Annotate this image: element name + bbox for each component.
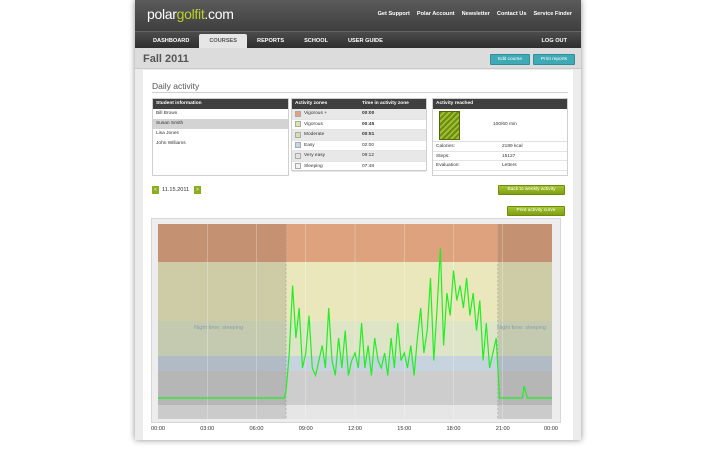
link-get-support[interactable]: Get Support: [378, 11, 410, 17]
link-contact-us[interactable]: Contact Us: [497, 11, 527, 17]
back-to-weekly-button[interactable]: Back to weekly activity: [498, 185, 565, 195]
activity-leaf-icon: [439, 111, 460, 140]
top-links: Get Support Polar Account Newsletter Con…: [378, 11, 572, 17]
title-band: Fall 2011 Edit course Print reports: [135, 48, 581, 69]
x-tick-label: 21:00: [496, 426, 510, 432]
section-title: Daily activity: [152, 81, 200, 91]
stat-row-calories: Calories: 2189 kcal: [433, 142, 567, 152]
site-logo[interactable]: polargolfit.com: [147, 6, 234, 22]
zone-swatch: [295, 131, 301, 138]
top-header: polargolfit.com Get Support Polar Accoun…: [135, 0, 581, 31]
prev-day-button[interactable]: <: [152, 186, 159, 194]
zone-swatch: [295, 152, 301, 159]
date-label: 11.15.2011: [162, 187, 190, 193]
edit-course-button[interactable]: Edit course: [490, 54, 530, 65]
zone-row: Moderate 00:51: [292, 130, 426, 141]
page-title: Fall 2011: [143, 53, 189, 65]
zone-row: Very easy 09:12: [292, 151, 426, 162]
student-row[interactable]: Bill Brown: [153, 109, 288, 119]
tab-courses[interactable]: COURSES: [199, 34, 248, 48]
zone-swatch: [295, 163, 301, 170]
zones-col-header: Activity zones: [295, 101, 328, 106]
time-col-header: Time in activity zone: [362, 101, 409, 106]
zone-row: Vigorous 00:45: [292, 120, 426, 130]
x-tick-label: 15:00: [397, 426, 411, 432]
tab-school[interactable]: SCHOOL: [294, 34, 338, 48]
x-tick-label: 09:00: [299, 426, 313, 432]
print-reports-button[interactable]: Print reports: [533, 54, 575, 65]
night-label: Night time: sleeping: [194, 325, 243, 331]
student-list-header: Student information: [153, 99, 288, 109]
zone-swatch: [295, 142, 301, 149]
zone-row: Sleeping 07:48: [292, 162, 426, 172]
x-tick-label: 03:00: [200, 426, 214, 432]
main-nav: DASHBOARD COURSES REPORTS SCHOOL USER GU…: [135, 31, 581, 48]
student-row[interactable]: John Williams: [153, 139, 288, 149]
link-service-finder[interactable]: Service Finder: [533, 11, 572, 17]
tab-user-guide[interactable]: USER GUIDE: [338, 34, 393, 48]
zone-row: Easy 02:00: [292, 141, 426, 151]
x-tick-label: 00:00: [151, 426, 165, 432]
activity-reached-value: 100/60 min: [493, 122, 517, 127]
x-tick-label: 00:00: [544, 426, 558, 432]
activity-chart: Night time: sleeping Night time: sleepin…: [151, 224, 558, 432]
link-newsletter[interactable]: Newsletter: [462, 11, 490, 17]
activity-reached-header: Activity reached: [433, 99, 567, 109]
x-tick-label: 06:00: [250, 426, 264, 432]
x-axis-ticks: 00:00 03:00 06:00 09:00 12:00 15:00 18:00 21:00…: [151, 426, 558, 432]
night-label: Night time: sleeping: [497, 325, 546, 331]
link-polar-account[interactable]: Polar Account: [417, 11, 455, 17]
print-activity-curve-button[interactable]: Print activity curve: [507, 206, 565, 216]
student-list-panel: Student information Bill Brown Susan Smi…: [152, 98, 289, 176]
next-day-button[interactable]: >: [194, 186, 201, 194]
zone-swatch: [295, 121, 301, 128]
x-tick-label: 18:00: [447, 426, 461, 432]
stat-row-evaluation: Evaluation: Letters: [433, 161, 567, 171]
activity-reached-panel: Activity reached 100/60 min Calories: 218…: [432, 98, 568, 176]
tab-dashboard[interactable]: DASHBOARD: [143, 34, 199, 48]
stat-row-steps: Steps: 15127: [433, 152, 567, 161]
zone-row: Vigorous +00:00: [292, 109, 426, 120]
tab-reports[interactable]: REPORTS: [247, 34, 294, 48]
activity-zones-panel: Activity zones Time in activity zone Vigo…: [291, 98, 427, 172]
section-divider: [152, 92, 568, 93]
zone-swatch: [295, 110, 301, 117]
x-tick-label: 12:00: [348, 426, 362, 432]
student-row-selected[interactable]: Susan Smith: [153, 119, 288, 129]
night-shade: [158, 224, 287, 419]
logout-link[interactable]: LOG OUT: [542, 34, 567, 48]
student-row[interactable]: Lisa Jones: [153, 129, 288, 139]
